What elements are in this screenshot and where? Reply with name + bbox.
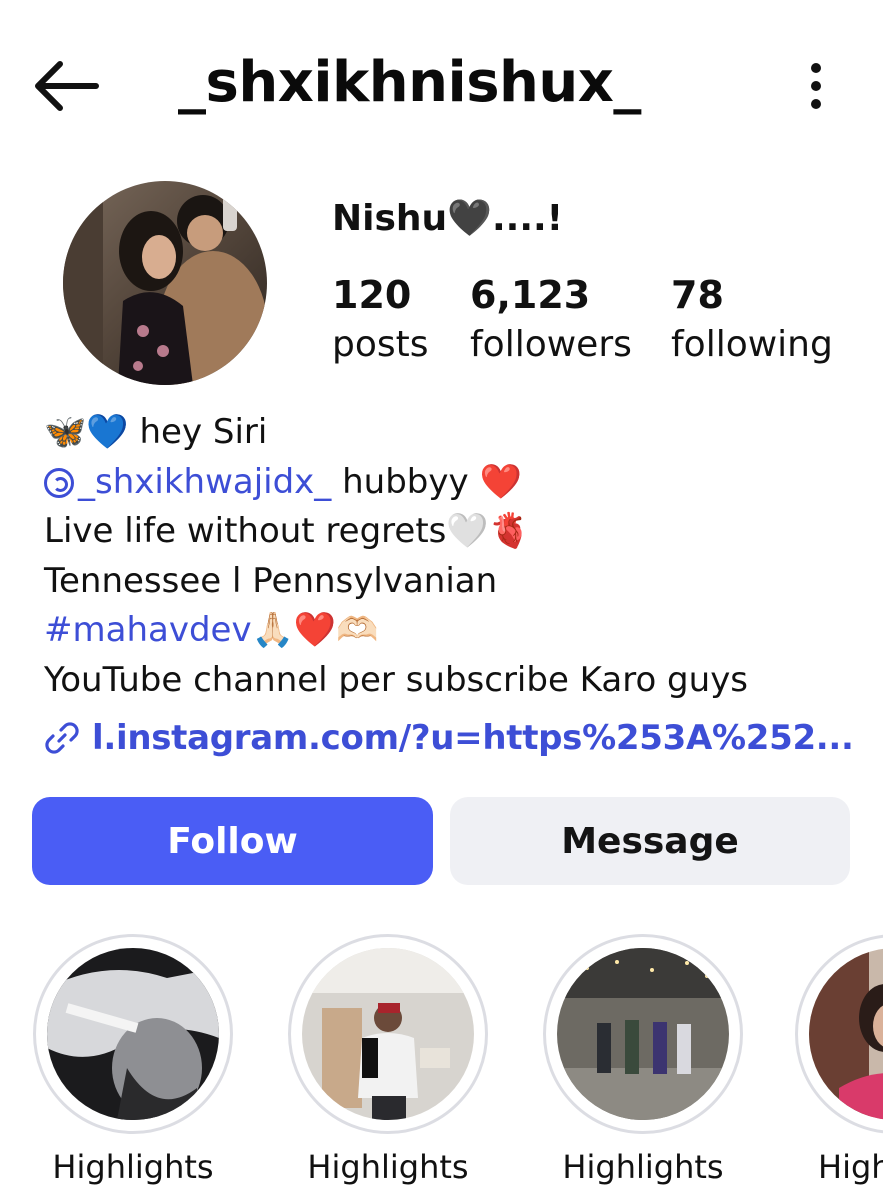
- bio-line-2: _shxikhwajidx_ hubbyy ❤️: [44, 458, 748, 508]
- link-icon: [45, 722, 79, 754]
- highlight-cover: [47, 948, 219, 1120]
- bio-line-3: Live life without regrets 🤍🫀: [44, 507, 748, 557]
- bio-line-4-text: Tennessee l Pennsylvanian: [44, 560, 498, 601]
- hashtag-link[interactable]: #mahavdev: [44, 606, 252, 656]
- bio-line-1-text: hey Siri: [139, 412, 268, 452]
- stat-posts[interactable]: 120 posts: [332, 272, 429, 368]
- bio-line-6-text: YouTube channel per subscribe Karo guys: [44, 659, 749, 700]
- highlight-item[interactable]: High: [795, 934, 883, 1204]
- stat-following-label: following: [671, 324, 833, 365]
- highlight-item[interactable]: Highlights: [543, 934, 743, 1186]
- bio-line-1: 🦋💙 hey Siri: [44, 408, 748, 458]
- bio-line-5: #mahavdev 🙏🏻❤️🫶🏻: [44, 606, 748, 656]
- highlight-cover: [809, 948, 883, 1120]
- stat-followers[interactable]: 6,123 followers: [470, 272, 632, 368]
- highlight-cover: [557, 948, 729, 1120]
- bio-line-4: Tennessee l Pennsylvanian: [44, 557, 748, 607]
- stat-followers-value: 6,123: [470, 273, 591, 317]
- profile-bio: 🦋💙 hey Siri _shxikhwajidx_ hubbyy ❤️ Liv…: [44, 408, 748, 706]
- profile-external-link[interactable]: l.instagram.com/?u=https%253A%252...: [44, 718, 854, 758]
- profile-username: _shxikhnishux_: [178, 50, 641, 115]
- highlight-ring: [543, 934, 743, 1134]
- arrow-left-icon: [35, 61, 99, 111]
- bio-line-2-text: hubbyy: [342, 461, 469, 502]
- highlight-label: High: [818, 1148, 883, 1186]
- red-heart-emoji: ❤️: [479, 461, 522, 502]
- top-bar: _shxikhnishux_: [0, 0, 883, 175]
- threads-handle: _shxikhwajidx_: [78, 461, 332, 502]
- more-vertical-icon: [811, 63, 821, 109]
- profile-avatar[interactable]: [63, 181, 267, 385]
- stat-posts-label: posts: [332, 324, 429, 365]
- avatar-photo: [63, 181, 267, 385]
- stat-posts-value: 120: [332, 273, 412, 317]
- heart-emojis: 🤍🫀: [446, 511, 532, 552]
- highlight-ring: [33, 934, 233, 1134]
- message-button[interactable]: Message: [450, 797, 850, 885]
- highlight-label: Highlights: [52, 1148, 214, 1186]
- highlight-label: Highlights: [562, 1148, 724, 1186]
- highlight-item[interactable]: Highlights: [288, 934, 488, 1186]
- highlight-label: Highlights: [307, 1148, 469, 1186]
- back-button[interactable]: [30, 58, 102, 114]
- stat-following-value: 78: [671, 273, 724, 317]
- butterfly-heart-emoji: 🦋💙: [44, 412, 129, 452]
- profile-display-name: Nishu🖤....!: [332, 198, 564, 239]
- threads-icon: [44, 468, 74, 499]
- highlight-item[interactable]: Highlights: [33, 934, 233, 1186]
- highlight-ring: [795, 934, 883, 1134]
- stat-following[interactable]: 78 following: [671, 272, 833, 368]
- more-options-button[interactable]: [800, 60, 832, 112]
- bio-line-3-text: Live life without regrets: [44, 511, 447, 552]
- bio-line-6: YouTube channel per subscribe Karo guys: [44, 656, 748, 706]
- stat-followers-label: followers: [470, 324, 632, 365]
- prayer-heart-emojis: 🙏🏻❤️🫶🏻: [251, 610, 379, 651]
- external-link-text: l.instagram.com/?u=https%253A%252...: [92, 718, 854, 758]
- highlight-cover: [302, 948, 474, 1120]
- threads-mention-link[interactable]: _shxikhwajidx_: [44, 458, 331, 508]
- follow-button[interactable]: Follow: [32, 797, 433, 885]
- highlight-ring: [288, 934, 488, 1134]
